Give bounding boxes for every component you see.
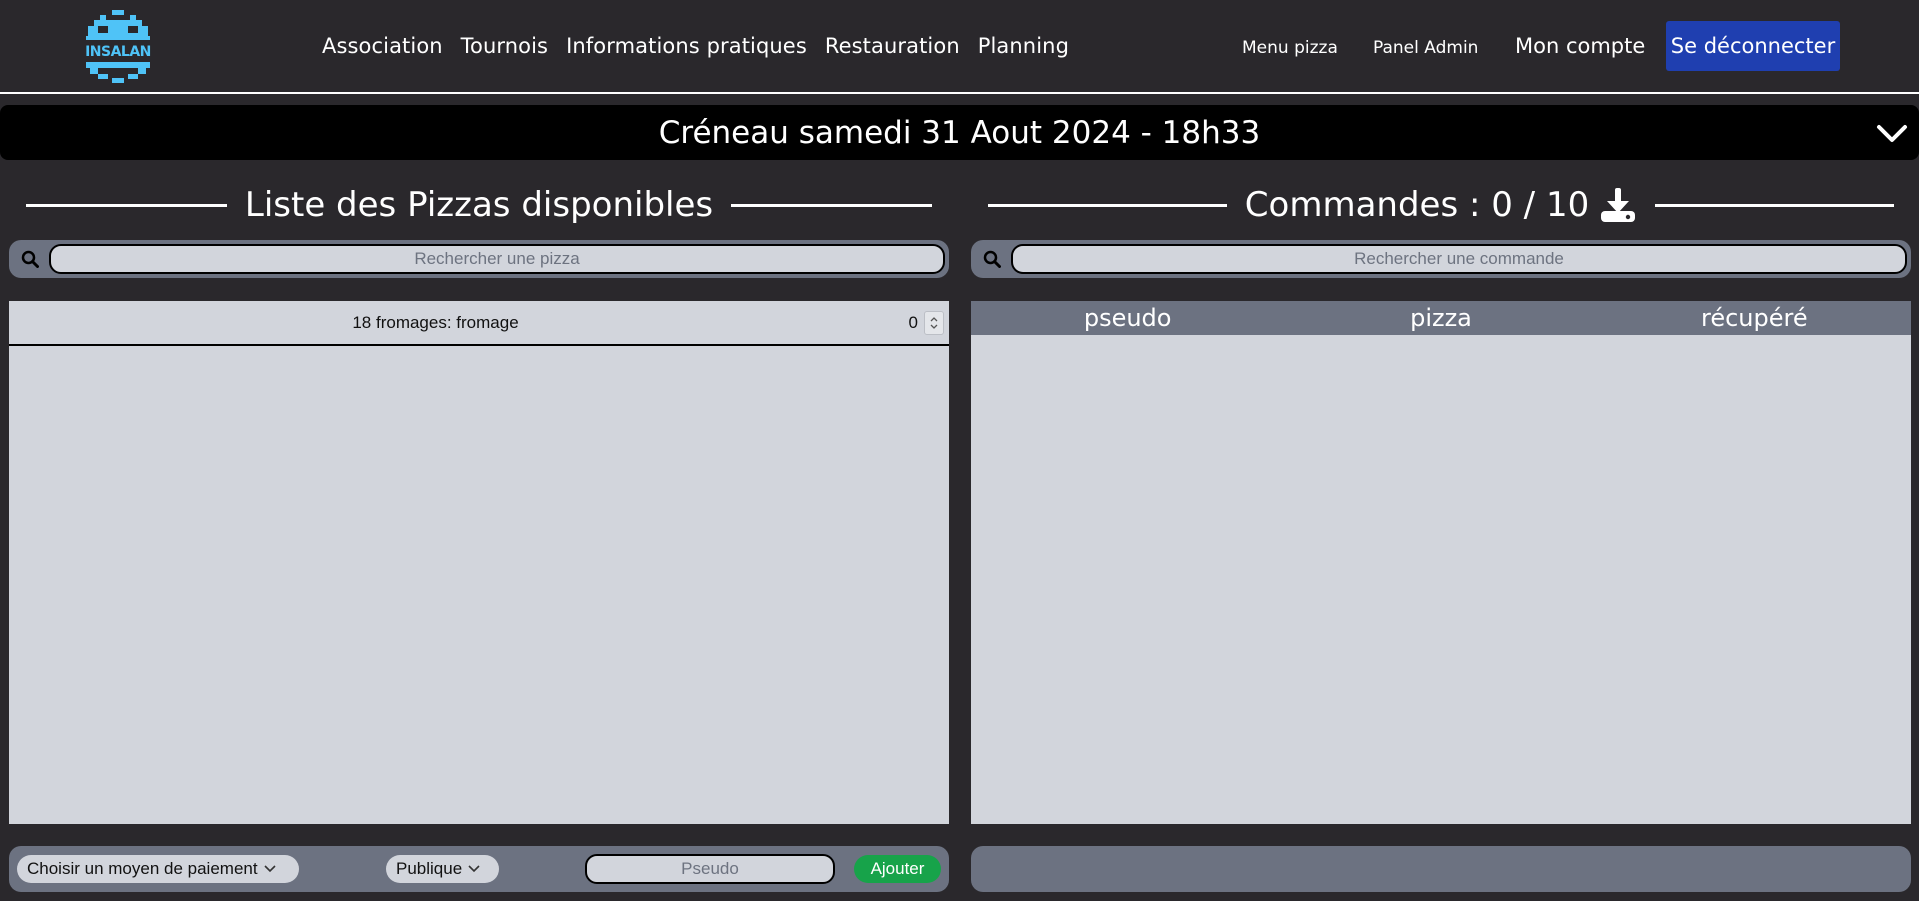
search-icon (983, 250, 1001, 268)
nav-link-planning[interactable]: Planning (978, 34, 1069, 58)
nav-link-account[interactable]: Mon compte (1515, 34, 1645, 58)
nav-divider (0, 92, 1919, 94)
logo-text: INSALAN (85, 44, 151, 60)
pizza-list-title: Liste des Pizzas disponibles (244, 185, 714, 225)
orders-title: Commandes : 0 / 10 (1244, 185, 1590, 225)
column-header-pizza: pizza (1410, 304, 1472, 332)
download-icon[interactable] (1599, 186, 1637, 224)
creneau-selector[interactable]: Créneau samedi 31 Aout 2024 - 18h33 (0, 105, 1919, 160)
pizza-search-input[interactable] (49, 244, 945, 274)
chevron-down-icon (468, 865, 480, 873)
table-header: pseudo pizza récupéré (971, 301, 1911, 335)
column-header-recupere: récupéré (1701, 304, 1808, 332)
insalan-logo[interactable]: INSALAN (84, 10, 152, 86)
order-form: Choisir un moyen de paiement Publique Aj… (9, 846, 949, 892)
list-item: 18 fromages: fromage 0 (9, 301, 949, 346)
pizza-list: 18 fromages: fromage 0 (9, 301, 949, 824)
creneau-title: Créneau samedi 31 Aout 2024 - 18h33 (658, 114, 1261, 151)
orders-footer (971, 846, 1911, 892)
nav-link-menu-pizza[interactable]: Menu pizza (1242, 38, 1338, 58)
search-icon (21, 250, 39, 268)
visibility-select[interactable]: Publique (386, 855, 499, 883)
chevron-down-icon (264, 865, 276, 873)
orders-search-input[interactable] (1011, 244, 1907, 274)
payment-method-select[interactable]: Choisir un moyen de paiement (17, 855, 299, 883)
pizza-section-header: Liste des Pizzas disponibles (26, 180, 932, 230)
chevron-down-icon[interactable] (1875, 119, 1909, 147)
divider-line (731, 203, 932, 207)
pseudo-input[interactable] (585, 854, 835, 884)
nav-link-panel-admin[interactable]: Panel Admin (1373, 38, 1478, 58)
spinner-arrows-icon[interactable] (924, 311, 944, 335)
pizza-name: 18 fromages: fromage (352, 313, 519, 332)
nav-link-infos[interactable]: Informations pratiques (566, 34, 807, 58)
visibility-label: Publique (396, 859, 463, 878)
orders-title-wrap: Commandes : 0 / 10 (1227, 185, 1655, 225)
navbar: INSALAN Association Tournois Information… (0, 0, 1919, 92)
quantity-value[interactable]: 0 (888, 313, 918, 333)
main-nav: Association Tournois Informations pratiq… (322, 34, 1069, 58)
orders-table: pseudo pizza récupéré (971, 301, 1911, 824)
nav-link-association[interactable]: Association (322, 34, 443, 58)
quantity-stepper[interactable]: 0 (888, 311, 944, 335)
pizza-search-bar (9, 240, 949, 278)
column-header-pseudo: pseudo (1083, 304, 1172, 332)
divider-line (988, 203, 1227, 207)
logout-button[interactable]: Se déconnecter (1666, 21, 1840, 71)
nav-link-restauration[interactable]: Restauration (825, 34, 960, 58)
orders-search-bar (971, 240, 1911, 278)
divider-line (1655, 203, 1895, 207)
payment-method-label: Choisir un moyen de paiement (27, 859, 258, 878)
orders-section-header: Commandes : 0 / 10 (988, 180, 1895, 230)
add-order-button[interactable]: Ajouter (854, 855, 941, 883)
divider-line (26, 203, 227, 207)
nav-link-tournois[interactable]: Tournois (461, 34, 548, 58)
